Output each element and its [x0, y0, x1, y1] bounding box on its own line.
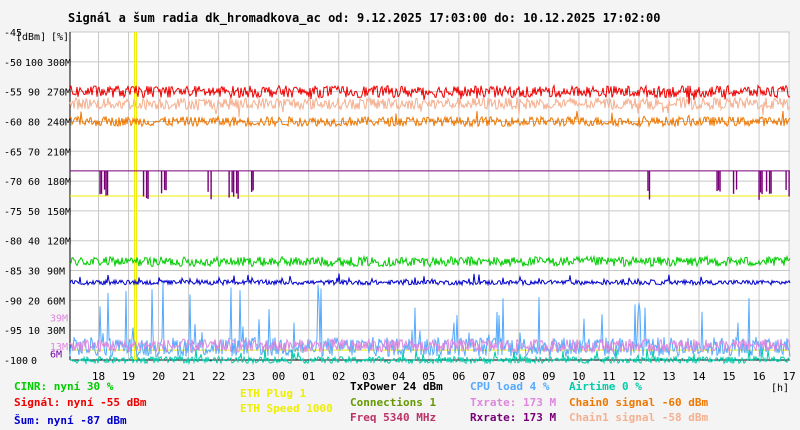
legend-txrate: Txrate: 173 M [470, 396, 557, 409]
inner-rate-label: 6M [50, 349, 62, 360]
y-tick-label-rate: 30M [47, 326, 65, 337]
y-tick-label-percent: 30 [28, 267, 40, 278]
x-tick-label: 06 [452, 370, 465, 383]
y-tick-label-dbm: -55 [4, 88, 22, 99]
y-tick-label-rate: 300M [47, 58, 71, 69]
legend-airtime: Airtime 0 % [569, 380, 642, 393]
y-tick-label-percent: 0 [31, 356, 37, 367]
y-tick-label-rate: 120M [47, 237, 71, 248]
y-tick-label-dbm: -50 [4, 58, 22, 69]
signal-noise-chart: Signál a šum radia dk_hromadkova_ac od: … [0, 0, 800, 430]
legend-chain1-signal: Chain1 signal -58 dBm [569, 411, 709, 424]
legend-rxrate: Rxrate: 173 M [470, 411, 557, 424]
y-tick-label-dbm: -70 [4, 177, 22, 188]
y-tick-label-percent: 40 [28, 237, 40, 248]
y-tick-label-rate: 210M [47, 147, 71, 158]
y-tick-label-percent: 20 [28, 296, 40, 307]
y-tick-label-dbm: -60 [4, 117, 22, 128]
y-tick-label-rate: 240M [47, 117, 71, 128]
y-tick-label-dbm: -85 [4, 267, 22, 278]
x-tick-label: 23 [242, 370, 255, 383]
x-tick-label: 17 [782, 370, 795, 383]
legend-connections: Connections 1 [350, 396, 437, 409]
x-tick-label: 02 [332, 370, 345, 383]
x-tick-label: 13 [662, 370, 675, 383]
y-tick-label-percent: 70 [28, 147, 40, 158]
x-tick-label: 15 [722, 370, 735, 383]
x-tick-label: 14 [692, 370, 706, 383]
y-tick-label-dbm: -95 [4, 326, 22, 337]
y-tick-label-rate: 150M [47, 207, 71, 218]
y-tick-label-percent: 90 [28, 88, 40, 99]
x-tick-label: 00 [272, 370, 285, 383]
y-tick-label-rate: 60M [47, 296, 65, 307]
y-tick-label-dbm: -90 [4, 296, 22, 307]
y-tick-label-dbm: -75 [4, 207, 22, 218]
legend-chain0-signal: Chain0 signal -60 dBm [569, 396, 709, 409]
legend-eth-plug: ETH Plug 1 [240, 387, 307, 400]
inner-rate-label: 39M [50, 313, 68, 324]
x-tick-label: 20 [152, 370, 165, 383]
x-unit-label: [h] [771, 383, 789, 394]
y-tick-label-percent: 60 [28, 177, 40, 188]
y-tick-label-rate: 180M [47, 177, 71, 188]
y-tick-label-rate: 90M [47, 267, 65, 278]
y-tick-label-percent: 80 [28, 117, 40, 128]
legend-noise: Šum: nyní -87 dBm [14, 414, 127, 427]
legend-freq: Freq 5340 MHz [350, 411, 437, 424]
chart-title: Signál a šum radia dk_hromadkova_ac od: … [68, 11, 660, 26]
legend-cpu-load: CPU load 4 % [470, 380, 550, 393]
legend-txpower: TxPower 24 dBm [350, 380, 443, 393]
x-tick-label: 19 [122, 370, 135, 383]
legend-cinr: CINR: nyní 30 % [14, 380, 114, 393]
legend-signal: Signál: nyní -55 dBm [14, 396, 147, 409]
y-tick-label-dbm: -80 [4, 237, 22, 248]
y2-unit-label: [%] [51, 32, 69, 43]
y-tick-label-dbm: -45 [4, 28, 22, 39]
x-tick-label: 21 [182, 370, 195, 383]
y-tick-label-dbm: -100 [4, 356, 28, 367]
plot-area: -100 0 -95 10 30M -90 20 60M -85 30 90M -80 40 120M -7… [4, 28, 796, 383]
y-tick-label-percent: 100 [25, 58, 43, 69]
y-tick-label-percent: 50 [28, 207, 40, 218]
y-tick-label-rate: 270M [47, 88, 71, 99]
x-tick-label: 16 [752, 370, 765, 383]
y-tick-label-dbm: -65 [4, 147, 22, 158]
x-tick-label: 22 [212, 370, 225, 383]
x-tick-label: 01 [302, 370, 315, 383]
legend-eth-speed: ETH Speed 1000 [240, 402, 333, 415]
y-tick-label-percent: 10 [28, 326, 40, 337]
